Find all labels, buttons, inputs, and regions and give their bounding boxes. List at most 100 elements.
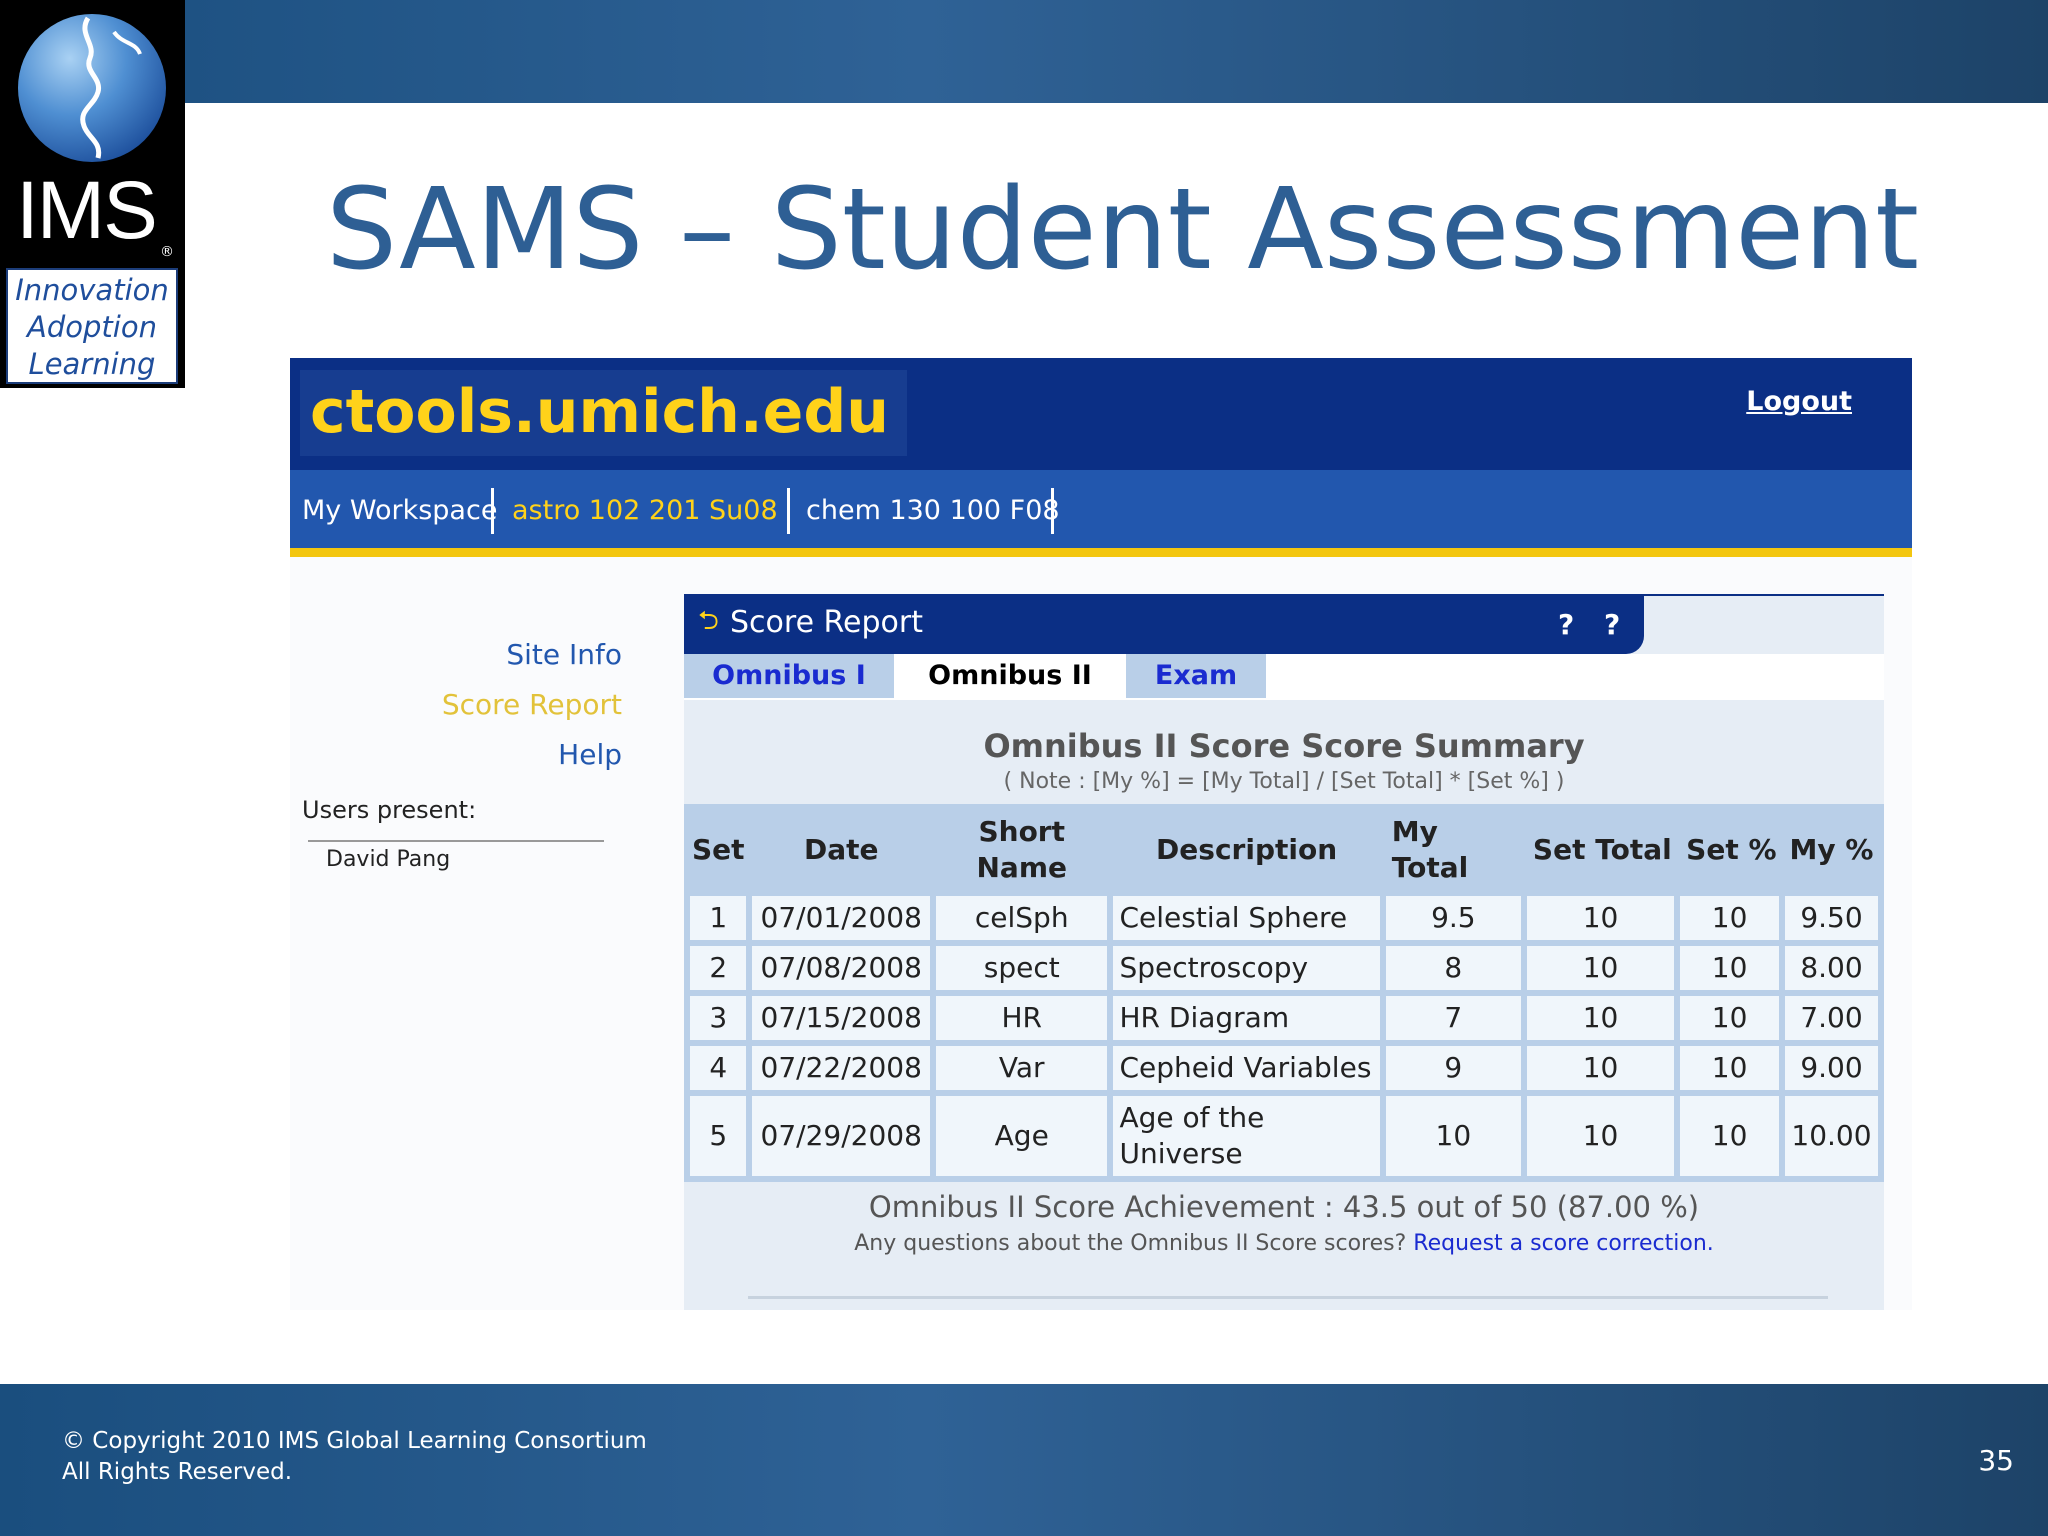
date-cell: 07/29/2008 bbox=[752, 1096, 930, 1176]
nav-underline bbox=[290, 548, 1912, 557]
ctools-header: ctools.umich.edu Logout bbox=[290, 358, 1912, 470]
tagline-line: Innovation bbox=[15, 273, 169, 307]
portlet-title-bar: ⮌ Score Report ? ? bbox=[684, 594, 1644, 654]
my-percent-cell: 9.50 bbox=[1785, 896, 1878, 940]
questions-text: Any questions about the Omnibus II Score… bbox=[854, 1231, 1407, 1256]
my-percent-cell: 10.00 bbox=[1785, 1096, 1878, 1176]
column-header: Set bbox=[691, 833, 745, 866]
date-cell: 07/22/2008 bbox=[752, 1046, 930, 1090]
description-cell: HR Diagram bbox=[1113, 996, 1380, 1040]
table-row: 2 07/08/2008 spect Spectroscopy 8 10 10 8.00 bbox=[690, 946, 1878, 990]
users-present-label: Users present: bbox=[302, 796, 477, 824]
user-name: David Pang bbox=[326, 847, 451, 872]
score-table: Set Date Short Name Description My Total… bbox=[684, 804, 1884, 1182]
date-cell: 07/15/2008 bbox=[752, 996, 930, 1040]
short-name-cell: spect bbox=[936, 946, 1108, 990]
site-tab-chem[interactable]: chem 130 100 F08 bbox=[790, 488, 1060, 534]
slide-title: SAMS – Student Assessment bbox=[326, 165, 1920, 295]
menu-item-score-report[interactable]: Score Report bbox=[442, 688, 622, 721]
footer-banner: © Copyright 2010 IMS Global Learning Con… bbox=[0, 1384, 2048, 1536]
description-cell: Spectroscopy bbox=[1113, 946, 1380, 990]
page-number: 35 bbox=[1978, 1444, 2014, 1477]
set-percent-cell: 10 bbox=[1680, 946, 1779, 990]
top-banner bbox=[0, 0, 2048, 103]
short-name-cell: HR bbox=[936, 996, 1108, 1040]
description-cell: Age of the Universe bbox=[1113, 1096, 1380, 1176]
set-cell: 3 bbox=[690, 996, 747, 1040]
column-header: My Total bbox=[1391, 815, 1469, 884]
set-cell: 4 bbox=[690, 1046, 747, 1090]
set-cell: 2 bbox=[690, 946, 747, 990]
my-total-cell: 9 bbox=[1385, 1046, 1521, 1090]
my-percent-cell: 8.00 bbox=[1785, 946, 1878, 990]
divider bbox=[748, 1296, 1828, 1299]
summary-title: Omnibus II Score Score Summary bbox=[983, 727, 1585, 765]
short-name-cell: Var bbox=[936, 1046, 1108, 1090]
score-report-portlet: ⮌ Score Report ? ? Omnibus I Omnibus II … bbox=[684, 594, 1884, 1310]
column-header: My % bbox=[1789, 833, 1874, 866]
tab-omnibus-ii[interactable]: Omnibus II bbox=[900, 654, 1120, 698]
globe-icon bbox=[18, 14, 166, 162]
description-cell: Celestial Sphere bbox=[1113, 896, 1380, 940]
column-header: Description bbox=[1156, 833, 1338, 866]
my-total-cell: 9.5 bbox=[1385, 896, 1521, 940]
summary-note: ( Note : [My %] = [My Total] / [Set Tota… bbox=[1003, 769, 1565, 794]
menu-item-help[interactable]: Help bbox=[558, 738, 622, 771]
table-row: 1 07/01/2008 celSph Celestial Sphere 9.5 10 10… bbox=[690, 896, 1878, 940]
set-total-cell: 10 bbox=[1526, 896, 1675, 940]
set-percent-cell: 10 bbox=[1680, 896, 1779, 940]
ims-wordmark: IMS bbox=[16, 165, 158, 256]
set-total-cell: 10 bbox=[1526, 996, 1675, 1040]
set-cell: 1 bbox=[690, 896, 747, 940]
site-tab-my-workspace[interactable]: My Workspace bbox=[290, 488, 497, 534]
site-tab-astro[interactable]: astro 102 201 Su08 bbox=[494, 488, 790, 534]
column-header: Set Total bbox=[1532, 833, 1672, 866]
tagline-line: Learning bbox=[28, 347, 156, 381]
table-row: 5 07/29/2008 Age Age of the Universe 10 10 10 1… bbox=[690, 1096, 1878, 1176]
score-correction-link[interactable]: Request a score correction. bbox=[1413, 1231, 1713, 1256]
ctools-screenshot: ctools.umich.edu Logout My Workspace ast… bbox=[290, 358, 1912, 1310]
site-navigation: My Workspace astro 102 201 Su08 chem 130… bbox=[290, 470, 1912, 550]
tab-bar: Omnibus I Omnibus II Exam bbox=[684, 654, 1884, 700]
set-percent-cell: 10 bbox=[1680, 996, 1779, 1040]
column-header: Short Name bbox=[976, 815, 1067, 884]
short-name-cell: Age bbox=[936, 1096, 1108, 1176]
date-cell: 07/01/2008 bbox=[752, 896, 930, 940]
my-total-cell: 8 bbox=[1385, 946, 1521, 990]
menu-item-site-info[interactable]: Site Info bbox=[506, 638, 622, 671]
score-achievement: Omnibus II Score Achievement : 43.5 out … bbox=[868, 1190, 1700, 1224]
column-header: Date bbox=[803, 833, 879, 866]
portlet-title: Score Report bbox=[730, 605, 924, 640]
my-total-cell: 10 bbox=[1385, 1096, 1521, 1176]
logout-link[interactable]: Logout bbox=[1746, 386, 1852, 417]
set-cell: 5 bbox=[690, 1096, 747, 1176]
tab-omnibus-i[interactable]: Omnibus I bbox=[684, 654, 894, 698]
set-total-cell: 10 bbox=[1526, 946, 1675, 990]
short-name-cell: celSph bbox=[936, 896, 1108, 940]
set-percent-cell: 10 bbox=[1680, 1096, 1779, 1176]
my-total-cell: 7 bbox=[1385, 996, 1521, 1040]
my-percent-cell: 7.00 bbox=[1785, 996, 1878, 1040]
set-total-cell: 10 bbox=[1526, 1096, 1675, 1176]
column-header: Set % bbox=[1686, 833, 1777, 866]
table-row: 4 07/22/2008 Var Cepheid Variables 9 10 10 9.00 bbox=[690, 1046, 1878, 1090]
copyright-line: © Copyright 2010 IMS Global Learning Con… bbox=[62, 1428, 647, 1454]
my-percent-cell: 9.00 bbox=[1785, 1046, 1878, 1090]
set-percent-cell: 10 bbox=[1680, 1046, 1779, 1090]
tab-exam[interactable]: Exam bbox=[1126, 654, 1266, 698]
help-icon[interactable]: ? bbox=[1604, 604, 1620, 646]
copyright-notice: © Copyright 2010 IMS Global Learning Con… bbox=[62, 1426, 647, 1488]
ims-tagline: Innovation Adoption Learning bbox=[6, 268, 178, 384]
registered-mark: ® bbox=[160, 244, 174, 260]
table-header-row: Set Date Short Name Description My Total… bbox=[690, 810, 1878, 890]
help-icon[interactable]: ? bbox=[1558, 604, 1574, 646]
ctools-logo[interactable]: ctools.umich.edu bbox=[300, 370, 907, 456]
questions-line: Any questions about the Omnibus II Score… bbox=[684, 1230, 1884, 1258]
set-total-cell: 10 bbox=[1526, 1046, 1675, 1090]
reset-icon[interactable]: ⮌ bbox=[698, 608, 720, 634]
table-row: 3 07/15/2008 HR HR Diagram 7 10 10 7.00 bbox=[690, 996, 1878, 1040]
ims-logo: IMS ® Innovation Adoption Learning bbox=[0, 0, 185, 388]
tagline-line: Adoption bbox=[27, 310, 157, 344]
title-bar-rule bbox=[1644, 594, 1884, 596]
description-cell: Cepheid Variables bbox=[1113, 1046, 1380, 1090]
